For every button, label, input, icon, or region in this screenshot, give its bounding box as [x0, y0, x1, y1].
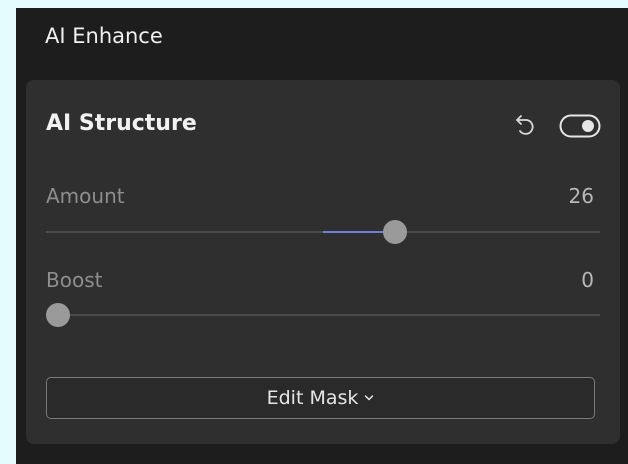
slider-thumb[interactable] — [383, 220, 408, 244]
boost-slider[interactable] — [46, 302, 600, 328]
slider-thumb[interactable] — [46, 303, 70, 327]
amount-label: Amount — [46, 184, 125, 208]
panel-title: AI Structure — [46, 111, 197, 136]
edit-mask-button[interactable]: Edit Mask — [46, 377, 595, 419]
amount-value[interactable]: 26 — [569, 184, 594, 208]
ai-enhance-window: AI Enhance AI Structure Amount 26 Boost … — [16, 8, 628, 464]
reset-icon[interactable] — [512, 111, 540, 139]
edit-mask-label: Edit Mask — [266, 387, 359, 409]
ai-structure-panel: AI Structure Amount 26 Boost 0 Edit Mask — [26, 80, 620, 444]
visibility-toggle-icon[interactable] — [559, 114, 601, 138]
chevron-down-icon — [365, 395, 374, 401]
amount-slider[interactable] — [46, 219, 600, 245]
slider-track — [46, 314, 600, 316]
boost-value[interactable]: 0 — [581, 268, 594, 292]
window-title: AI Enhance — [45, 24, 163, 48]
boost-label: Boost — [46, 268, 103, 292]
